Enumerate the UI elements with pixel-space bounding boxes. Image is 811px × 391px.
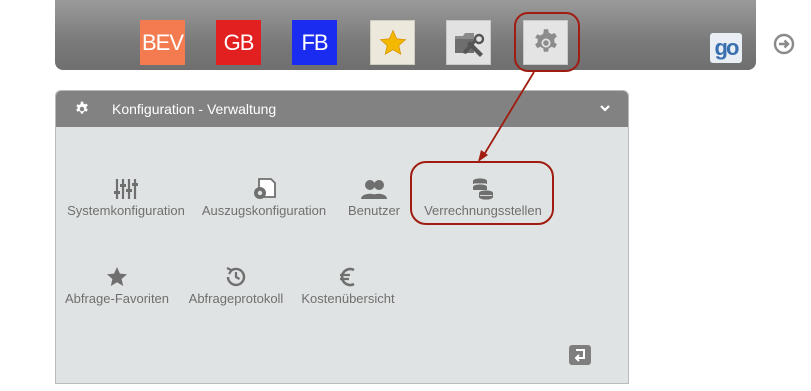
annotation-arrow <box>478 71 535 162</box>
